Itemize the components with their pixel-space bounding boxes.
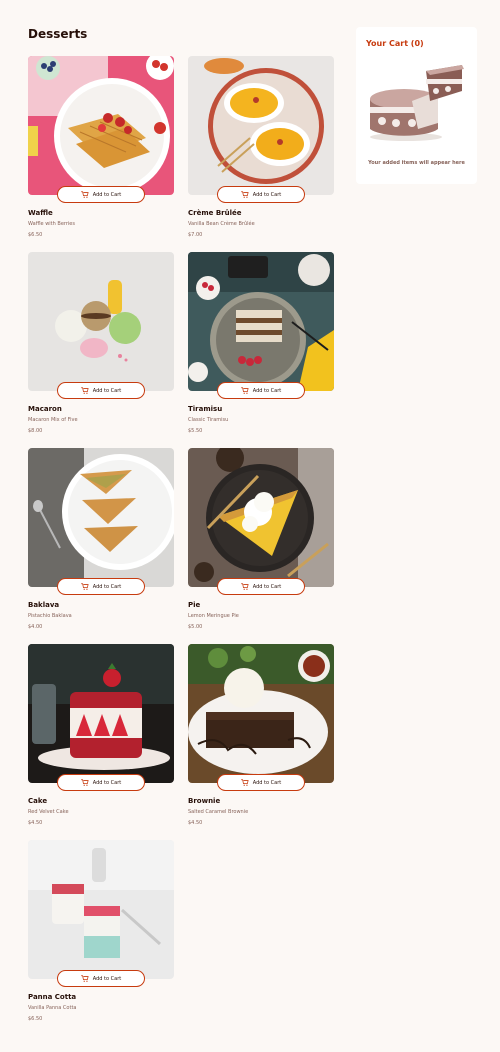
product-image-brownie [188,644,334,783]
add-to-cart-button[interactable]: Add to Cart [217,578,305,595]
add-to-cart-label: Add to Cart [92,191,122,198]
product-image-creme-brulee [188,56,334,195]
product-description: Waffle with Berries [28,221,75,227]
product-description: Macaron Mix of Five [28,417,78,423]
product-price: $6.50 [28,232,43,238]
add-to-cart-icon [80,779,89,786]
add-to-cart-icon [80,387,89,394]
add-to-cart-icon [240,387,249,394]
add-to-cart-button[interactable]: Add to Cart [57,578,145,595]
product-price: $5.50 [188,428,203,434]
add-to-cart-icon [240,191,249,198]
add-to-cart-button[interactable]: Add to Cart [57,186,145,203]
product-name: Baklava [28,601,60,609]
add-to-cart-label: Add to Cart [92,583,122,590]
product-description: Salted Caramel Brownie [188,809,249,815]
product-description: Classic Tiramisu [188,417,229,423]
cart-panel: Your Cart (0) Your added items will appe… [356,27,477,184]
add-to-cart-icon [80,191,89,198]
product-grid: Add to Cart Waffle Waffle with Berries $… [28,56,334,1036]
product-description: Vanilla Bean Crème Brûlée [188,221,255,227]
product-image-macaron [28,252,174,391]
product-price: $6.50 [28,1016,43,1022]
product-card-baklava: Add to Cart Baklava Pistachio Baklava $4… [28,448,174,644]
product-price: $5.00 [188,624,203,630]
add-to-cart-label: Add to Cart [252,583,282,590]
product-image-waffle [28,56,174,195]
product-description: Lemon Meringue Pie [188,613,239,619]
product-card-tiramisu: Add to Cart Tiramisu Classic Tiramisu $5… [188,252,334,448]
product-image-cake [28,644,174,783]
product-name: Tiramisu [188,405,223,413]
product-name: Panna Cotta [28,993,77,1001]
product-description: Red Velvet Cake [28,809,69,815]
add-to-cart-label: Add to Cart [92,975,122,982]
product-image-panna-cotta [28,840,174,979]
product-name: Waffle [28,209,53,217]
product-card-brownie: Add to Cart Brownie Salted Caramel Brown… [188,644,334,840]
product-card-panna-cotta: Add to Cart Panna Cotta Vanilla Panna Co… [28,840,174,1036]
product-image-pie [188,448,334,587]
product-price: $7.00 [188,232,203,238]
add-to-cart-icon [80,975,89,982]
add-to-cart-button[interactable]: Add to Cart [57,970,145,987]
add-to-cart-label: Add to Cart [92,779,122,786]
product-name: Macaron [28,405,62,413]
add-to-cart-label: Add to Cart [92,387,122,394]
add-to-cart-label: Add to Cart [252,779,282,786]
product-card-macaron: Add to Cart Macaron Macaron Mix of Five … [28,252,174,448]
add-to-cart-button[interactable]: Add to Cart [57,382,145,399]
product-image-baklava [28,448,174,587]
add-to-cart-icon [80,583,89,590]
product-card-waffle: Add to Cart Waffle Waffle with Berries $… [28,56,174,252]
cart-empty-message: Your added items will appear here [368,160,465,166]
page-title: Desserts [28,27,88,41]
product-price: $4.50 [28,820,43,826]
product-description: Vanilla Panna Cotta [28,1005,77,1011]
product-name: Cake [28,797,48,805]
product-name: Pie [188,601,201,609]
add-to-cart-label: Add to Cart [252,191,282,198]
cart-title: Your Cart (0) [366,39,424,48]
product-price: $4.00 [28,624,43,630]
add-to-cart-button[interactable]: Add to Cart [217,382,305,399]
product-name: Crème Brûlée [188,209,242,217]
add-to-cart-button[interactable]: Add to Cart [57,774,145,791]
product-description: Pistachio Baklava [28,613,72,619]
add-to-cart-icon [240,583,249,590]
add-to-cart-button[interactable]: Add to Cart [217,186,305,203]
product-image-tiramisu [188,252,334,391]
product-card-creme-brulee: Add to Cart Crème Brûlée Vanilla Bean Cr… [188,56,334,252]
add-to-cart-button[interactable]: Add to Cart [217,774,305,791]
product-price: $8.00 [28,428,43,434]
add-to-cart-label: Add to Cart [252,387,282,394]
product-card-pie: Add to Cart Pie Lemon Meringue Pie $5.00 [188,448,334,644]
add-to-cart-icon [240,779,249,786]
empty-cart-illustration [366,61,467,145]
product-card-cake: Add to Cart Cake Red Velvet Cake $4.50 [28,644,174,840]
product-name: Brownie [188,797,221,805]
product-price: $4.50 [188,820,203,826]
